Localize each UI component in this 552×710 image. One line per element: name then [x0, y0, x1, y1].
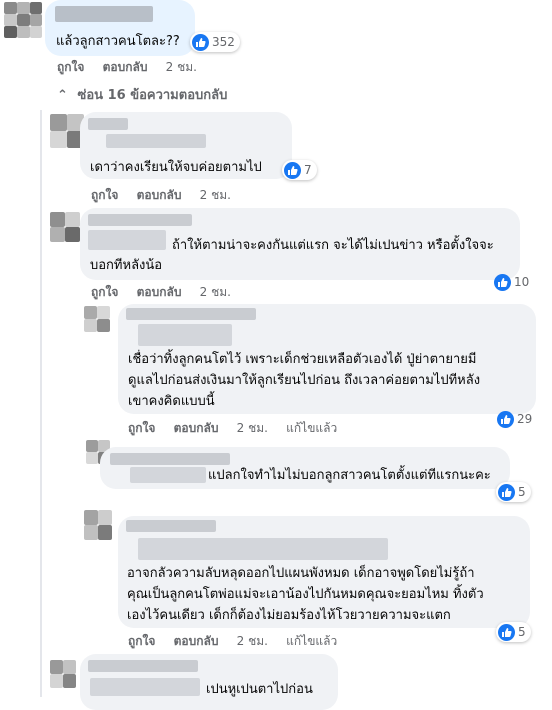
comment-text: แปลกใจทำไมไม่บอกลูกสาวคนโตตั้งแต่ทีแรกนะ…	[208, 468, 491, 483]
reply-button[interactable]: ตอบกลับ	[137, 285, 182, 299]
reply-button[interactable]: ตอบกลับ	[174, 634, 219, 648]
comment-actions: ถูกใจ ตอบกลับ 2 ชม. แก้ไขแล้ว	[128, 419, 351, 438]
blurred-author-name	[110, 453, 230, 465]
chevron-up-icon: ⌃	[57, 88, 68, 103]
like-count: 10	[514, 275, 530, 289]
like-button[interactable]: ถูกใจ	[57, 60, 84, 74]
comment-text: เปนหูเปนตาไปก่อน	[206, 682, 313, 697]
reaction-count[interactable]: 5	[496, 482, 531, 502]
reaction-count[interactable]: 7	[282, 160, 317, 180]
hide-replies-button[interactable]: ⌃ ซ่อน 16 ข้อความตอบกลับ	[57, 84, 227, 105]
thread-line	[40, 110, 42, 697]
comment-text: คุณเป็นลูกคนโตพ่อแม่จะเอาน้องไปกันหมดคุณ…	[127, 587, 484, 602]
like-count: 29	[517, 412, 533, 426]
comment-actions: ถูกใจ ตอบกลับ 2 ชม. แก้ไขแล้ว	[128, 632, 351, 651]
comment-text: เขาคงคิดแบบนี้	[128, 394, 215, 409]
timestamp[interactable]: 2 ชม.	[237, 421, 268, 435]
reply-button[interactable]: ตอบกลับ	[103, 60, 148, 74]
reaction-count[interactable]: 352	[190, 32, 240, 52]
like-button[interactable]: ถูกใจ	[128, 634, 155, 648]
timestamp[interactable]: 2 ชม.	[237, 634, 268, 648]
reaction-count[interactable]: 10	[494, 272, 529, 292]
blurred-author-name	[88, 660, 198, 672]
avatar[interactable]	[50, 212, 80, 242]
comment-actions: ถูกใจ ตอบกลับ 2 ชม.	[91, 283, 245, 302]
comment-text: เชื่อว่าทิ้งลูกคนโตไว้ เพราะเด็กช่วยเหลื…	[128, 352, 477, 367]
like-button[interactable]: ถูกใจ	[91, 188, 118, 202]
blurred-author-name	[126, 520, 216, 532]
comment-actions: ถูกใจ ตอบกลับ 2 ชม.	[57, 58, 211, 77]
blurred-author-name	[88, 214, 192, 226]
edited-label: แก้ไขแล้ว	[286, 421, 338, 435]
comment-text: เองไว้คนเดียว เด็กก็ต้องไม่ยอมร้องไห้โวย…	[127, 608, 451, 623]
comment-text: อาจกลัวความลับหลุดออกไปแผนพังหมด เด็กอาจ…	[127, 566, 475, 581]
like-icon	[498, 623, 515, 641]
reply-button[interactable]: ตอบกลับ	[174, 421, 219, 435]
like-count: 7	[304, 163, 312, 177]
blurred-author-name	[55, 6, 153, 22]
like-button[interactable]: ถูกใจ	[128, 421, 155, 435]
comment-text: แล้วลูกสาวคนโตละ??	[56, 34, 180, 49]
like-icon	[284, 161, 301, 179]
comment-text: ถ้าให้ตามน่าจะคงกันแต่แรก จะได้ไม่เปนข่า…	[172, 238, 494, 253]
comment-text: ดูแลไปก่อนส่งเงินมาให้ลูกเรียนไปก่อน ถึง…	[128, 373, 481, 388]
blurred-author-name	[88, 118, 128, 130]
comment-actions: ถูกใจ ตอบกลับ 2 ชม.	[91, 186, 245, 205]
like-icon	[497, 410, 514, 428]
timestamp[interactable]: 2 ชม.	[200, 188, 231, 202]
comment-text: บอกทีหลังน้อ	[90, 258, 163, 273]
like-icon	[498, 483, 515, 501]
like-button[interactable]: ถูกใจ	[91, 285, 118, 299]
reaction-count[interactable]: 5	[496, 622, 531, 642]
comment-text: เดาว่าคงเรียนให้จบค่อยตามไป	[90, 160, 262, 175]
like-count: 352	[212, 35, 235, 49]
avatar[interactable]	[50, 114, 84, 148]
avatar[interactable]	[84, 306, 110, 332]
timestamp[interactable]: 2 ชม.	[166, 60, 197, 74]
avatar[interactable]	[50, 660, 76, 688]
like-icon	[192, 33, 209, 51]
hide-replies-label: ซ่อน 16 ข้อความตอบกลับ	[77, 88, 228, 103]
blurred-author-name	[126, 308, 256, 320]
avatar[interactable]	[4, 2, 42, 38]
avatar[interactable]	[84, 510, 112, 540]
like-count: 5	[518, 485, 526, 499]
timestamp[interactable]: 2 ชม.	[200, 285, 231, 299]
like-count: 5	[518, 625, 526, 639]
like-icon	[494, 273, 511, 291]
reply-button[interactable]: ตอบกลับ	[137, 188, 182, 202]
reaction-count[interactable]: 29	[497, 409, 532, 429]
edited-label: แก้ไขแล้ว	[286, 634, 338, 648]
